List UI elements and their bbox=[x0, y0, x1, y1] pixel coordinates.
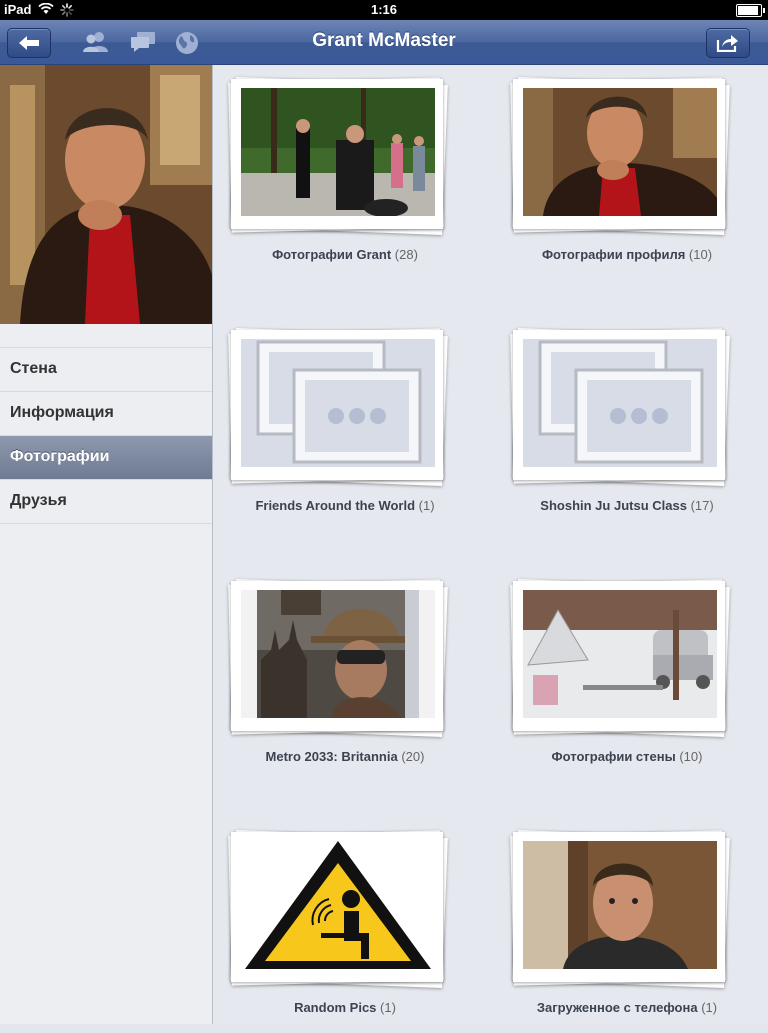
sidebar-item-label: Фотографии bbox=[10, 448, 110, 465]
album-name: Metro 2033: Britannia bbox=[265, 749, 398, 764]
album-count: (1) bbox=[418, 498, 435, 513]
album-name: Фотографии стены bbox=[551, 749, 676, 764]
album-name: Friends Around the World bbox=[255, 498, 416, 513]
album-count: (17) bbox=[690, 498, 714, 513]
page-title: Grant McMaster bbox=[312, 30, 456, 51]
album-name: Shoshin Ju Jutsu Class bbox=[540, 498, 687, 513]
album-caption: Фотографии стены (10) bbox=[495, 749, 759, 764]
album-cover-stack bbox=[228, 327, 448, 487]
clock: 1:16 bbox=[370, 2, 398, 17]
profile-menu: Стена Информация Фотографии Друзья bbox=[0, 347, 212, 524]
album-count: (20) bbox=[401, 749, 425, 764]
album-cover-stack bbox=[228, 829, 448, 989]
album-cover-stack bbox=[228, 76, 448, 236]
album-count: (1) bbox=[380, 1000, 396, 1015]
album-caption: Shoshin Ju Jutsu Class (17) bbox=[495, 498, 759, 513]
profile-picture[interactable] bbox=[0, 65, 212, 324]
album-tile[interactable]: Random Pics (1) bbox=[213, 818, 477, 1033]
album-cover-photo bbox=[241, 590, 435, 718]
album-tile[interactable]: Friends Around the World (1) bbox=[213, 316, 477, 531]
albums-grid: Фотографии Grant (28) Фотографии профиля… bbox=[213, 65, 768, 1024]
sidebar-item-wall[interactable]: Стена bbox=[0, 347, 212, 391]
sidebar-item-label: Стена bbox=[10, 360, 57, 377]
share-button[interactable] bbox=[706, 28, 750, 58]
album-name: Фотографии профиля bbox=[541, 247, 686, 262]
album-cover-stack bbox=[228, 578, 448, 738]
album-caption: Metro 2033: Britannia (20) bbox=[213, 749, 477, 764]
album-name: Загруженное с телефона bbox=[536, 1000, 698, 1015]
album-placeholder bbox=[241, 339, 435, 467]
album-cover-stack bbox=[510, 829, 730, 989]
album-tile[interactable]: Metro 2033: Britannia (20) bbox=[213, 567, 477, 782]
album-caption: Random Pics (1) bbox=[213, 1000, 477, 1015]
album-placeholder bbox=[523, 339, 717, 467]
album-cover-photo bbox=[523, 88, 717, 216]
sidebar-item-friends[interactable]: Друзья bbox=[0, 479, 212, 524]
navigation-bar: Grant McMaster bbox=[0, 20, 768, 65]
album-name: Random Pics bbox=[294, 1000, 377, 1015]
album-count: (1) bbox=[701, 1000, 718, 1015]
album-cover-stack bbox=[510, 76, 730, 236]
sidebar-item-label: Друзья bbox=[10, 492, 67, 509]
album-cover-stack bbox=[510, 578, 730, 738]
album-cover-stack bbox=[510, 327, 730, 487]
album-cover-photo bbox=[523, 841, 717, 969]
album-tile[interactable]: Фотографии стены (10) bbox=[495, 567, 759, 782]
sidebar-item-photos[interactable]: Фотографии bbox=[0, 435, 212, 479]
album-tile[interactable]: Shoshin Ju Jutsu Class (17) bbox=[495, 316, 759, 531]
album-cover-photo bbox=[241, 841, 435, 969]
album-count: (10) bbox=[688, 247, 713, 262]
album-name: Фотографии Grant bbox=[272, 247, 392, 262]
album-cover-photo bbox=[523, 590, 717, 718]
album-caption: Фотографии профиля (10) bbox=[495, 247, 759, 262]
sidebar: Стена Информация Фотографии Друзья bbox=[0, 65, 213, 1024]
album-tile[interactable]: Фотографии Grant (28) bbox=[213, 65, 477, 280]
album-count: (28) bbox=[394, 247, 418, 262]
sidebar-item-info[interactable]: Информация bbox=[0, 391, 212, 435]
album-tile[interactable]: Загруженное с телефона (1) bbox=[495, 818, 759, 1033]
album-caption: Загруженное с телефона (1) bbox=[495, 1000, 759, 1015]
album-caption: Фотографии Grant (28) bbox=[213, 247, 477, 262]
album-caption: Friends Around the World (1) bbox=[213, 498, 477, 513]
album-tile[interactable]: Фотографии профиля (10) bbox=[495, 65, 759, 280]
album-count: (10) bbox=[679, 749, 703, 764]
share-icon bbox=[716, 35, 738, 52]
status-bar: iPad 1:16 bbox=[0, 0, 768, 20]
album-cover-photo bbox=[241, 88, 435, 216]
sidebar-item-label: Информация bbox=[10, 404, 114, 421]
battery-icon bbox=[736, 4, 765, 17]
